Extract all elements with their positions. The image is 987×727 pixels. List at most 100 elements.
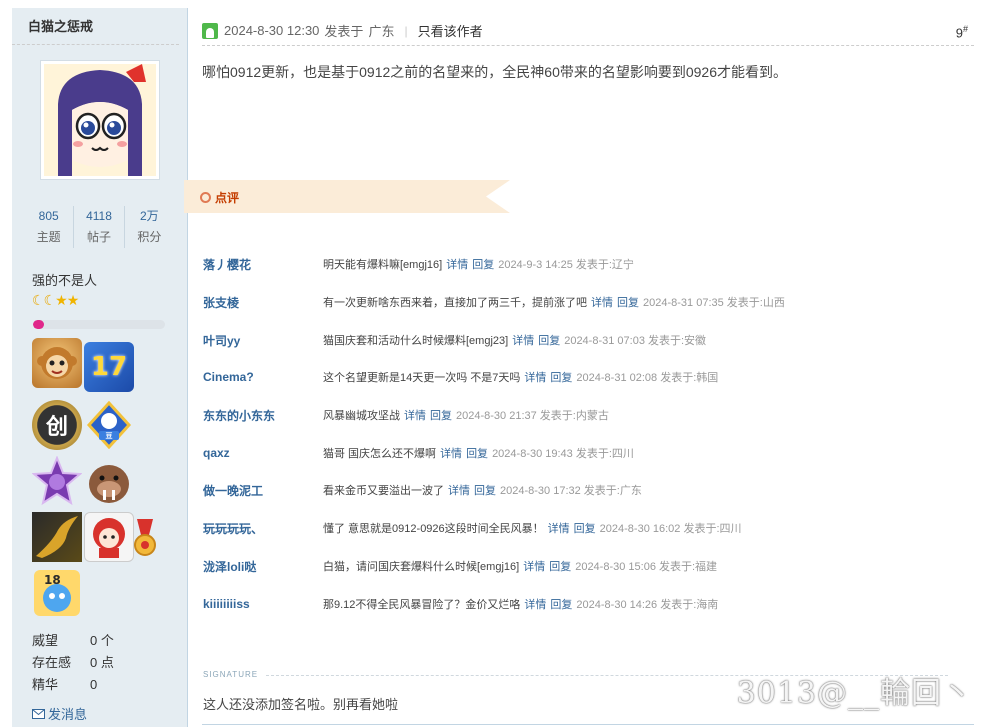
post-location: 广东	[368, 24, 395, 39]
17-medal-icon[interactable]: 17	[84, 342, 134, 392]
comment-text: 明天能有爆料嘛[emgj16]	[323, 259, 443, 271]
comment-user[interactable]: 泷泽loli哒	[203, 558, 323, 575]
rank-icons: ☾☾★★	[32, 292, 80, 309]
info-presence-key: 存在感	[32, 655, 72, 670]
info-prestige-key: 威望	[32, 633, 59, 648]
floor-number[interactable]: 9#	[956, 24, 968, 40]
comment-time: 2024-8-30 16:02 发表于:四川	[599, 523, 742, 535]
comment-row: Cinema? 这个名望更新是14天更一次吗 不是7天吗 详情 回复 2024-…	[203, 367, 973, 387]
avatar-image	[44, 64, 156, 176]
level-progress-fill	[33, 320, 44, 329]
comment-reply-link[interactable]: 回复	[474, 482, 496, 498]
comment-reply-link[interactable]: 回复	[466, 445, 488, 461]
user-info: 威望 0 个 存在感 0 点 精华 0	[32, 630, 182, 696]
comment-detail-link[interactable]: 详情	[448, 482, 470, 498]
level-progress-bar	[33, 320, 165, 329]
ribbon-medal-icon[interactable]	[132, 518, 158, 558]
info-prestige-value: 0 个	[90, 633, 114, 648]
stat-threads-value: 805	[38, 209, 59, 223]
comment-time: 2024-8-31 07:03 发表于:安徽	[564, 335, 707, 347]
comment-user[interactable]: 玩玩玩玩、	[203, 520, 323, 537]
envelope-icon	[32, 708, 45, 719]
comment-reply-link[interactable]: 回复	[550, 369, 572, 385]
comment-time: 2024-8-30 19:43 发表于:四川	[492, 448, 634, 460]
comment-user[interactable]: qaxz	[203, 446, 323, 460]
comment-ribbon: 点评	[184, 180, 510, 213]
comment-reply-link[interactable]: 回复	[574, 520, 596, 536]
star-icon: ★	[55, 292, 68, 308]
purple-star-medal-icon[interactable]	[32, 456, 82, 506]
comment-user[interactable]: 张支棱	[203, 294, 323, 311]
comment-detail-link[interactable]: 详情	[512, 332, 534, 348]
comment-row: 叶司yy 猫国庆套和活动什么时候爆料[emgj23] 详情 回复 2024-8-…	[203, 330, 973, 350]
comment-text: 看来金币又要溢出一波了	[323, 485, 444, 497]
comment-detail-link[interactable]: 详情	[591, 294, 613, 310]
comment-user[interactable]: kiiiiiiiiss	[203, 597, 323, 611]
golden-dragon-medal-icon[interactable]	[32, 512, 82, 562]
comment-time: 2024-8-30 21:37 发表于:内蒙古	[456, 410, 609, 422]
stat-threads[interactable]: 805 主题	[24, 206, 75, 248]
chuang-medal-icon[interactable]: 创	[32, 400, 82, 450]
comment-detail-link[interactable]: 详情	[404, 407, 426, 423]
monkey-medal-icon[interactable]	[32, 338, 82, 388]
walrus-medal-icon[interactable]	[84, 456, 134, 506]
send-message-label: 发消息	[48, 707, 88, 722]
comment-reply-link[interactable]: 回复	[472, 256, 494, 272]
comment-text: 猫哥 国庆怎么还不爆啊	[323, 448, 437, 460]
username[interactable]: 白猫之惩戒	[12, 8, 179, 45]
comment-user[interactable]: 做一晚泥工	[203, 482, 323, 499]
post-bottom-border	[202, 724, 974, 725]
comment-text: 这个名望更新是14天更一次吗 不是7天吗	[323, 372, 521, 384]
comment-text: 有一次更新啥东西来着，直接加了两三千，提前涨了吧	[323, 297, 587, 309]
user-sidebar: 白猫之惩戒 805 主题 4118 帖子 2万 积分 强的不是人 ☾☾★★ 17…	[12, 8, 188, 727]
comment-text: 猫国庆套和活动什么时候爆料[emgj23]	[323, 335, 509, 347]
comment-user[interactable]: 叶司yy	[203, 332, 323, 349]
circle-icon	[200, 192, 211, 203]
signature-label: SIGNATURE	[203, 670, 259, 679]
floor-number-value: 9	[955, 25, 963, 41]
info-digest-value: 0	[90, 677, 98, 692]
red-hair-girl-medal-icon[interactable]	[84, 512, 134, 562]
comment-text: 那9.12不得全民风暴冒险了？金价又烂咯	[323, 599, 521, 611]
18-medal-icon[interactable]: 18	[32, 568, 82, 618]
info-prestige: 威望 0 个	[32, 630, 182, 652]
post-date: 2024-8-30 12:30	[224, 23, 320, 38]
info-presence: 存在感 0 点	[32, 652, 182, 674]
stat-posts[interactable]: 4118 帖子	[74, 206, 125, 248]
star-icon: ★	[66, 292, 80, 308]
floor-mark: #	[962, 24, 968, 34]
stat-points[interactable]: 2万 积分	[125, 206, 174, 248]
comment-time: 2024-9-3 14:25 发表于:辽宁	[498, 259, 634, 271]
signature-text: 这人还没添加签名啦。别再看她啦	[203, 697, 399, 712]
comment-detail-link[interactable]: 详情	[524, 596, 546, 612]
douban-medal-icon[interactable]: 豆	[84, 400, 134, 450]
comment-user[interactable]: 东东的小东东	[203, 407, 323, 424]
avatar[interactable]	[40, 60, 160, 180]
header-divider: |	[404, 23, 408, 38]
comment-reply-link[interactable]: 回复	[430, 407, 452, 423]
comment-reply-link[interactable]: 回复	[538, 332, 560, 348]
comment-row: qaxz 猫哥 国庆怎么还不爆啊 详情 回复 2024-8-30 19:43 发…	[203, 443, 973, 463]
comment-reply-link[interactable]: 回复	[550, 596, 572, 612]
comment-detail-link[interactable]: 详情	[446, 256, 468, 272]
comment-detail-link[interactable]: 详情	[548, 520, 570, 536]
watermark: 3013@__輪回丶	[736, 676, 973, 711]
comment-user[interactable]: Cinema?	[203, 370, 323, 384]
comment-row: 落丿樱花 明天能有爆料嘛[emgj16] 详情 回复 2024-9-3 14:2…	[203, 254, 973, 274]
comment-detail-link[interactable]: 详情	[524, 369, 546, 385]
info-digest: 精华 0	[32, 674, 182, 696]
moon-icon: ☾	[32, 292, 45, 308]
moon-icon: ☾	[43, 292, 57, 308]
comment-detail-link[interactable]: 详情	[523, 558, 545, 574]
comment-reply-link[interactable]: 回复	[617, 294, 639, 310]
comment-row: 玩玩玩玩、 懂了 意思就是0912-0926这段时间全民风暴！ 详情 回复 20…	[203, 518, 973, 538]
comment-time: 2024-8-31 07:35 发表于:山西	[643, 297, 785, 309]
comment-reply-link[interactable]: 回复	[549, 558, 571, 574]
comment-detail-link[interactable]: 详情	[440, 445, 462, 461]
only-author-link[interactable]: 只看该作者	[418, 21, 483, 40]
user-stats: 805 主题 4118 帖子 2万 积分	[24, 206, 174, 248]
stat-threads-label: 主题	[36, 230, 61, 244]
send-message-link[interactable]: 发消息	[32, 704, 87, 723]
comment-user[interactable]: 落丿樱花	[203, 256, 323, 273]
stat-posts-value: 4118	[86, 209, 112, 223]
